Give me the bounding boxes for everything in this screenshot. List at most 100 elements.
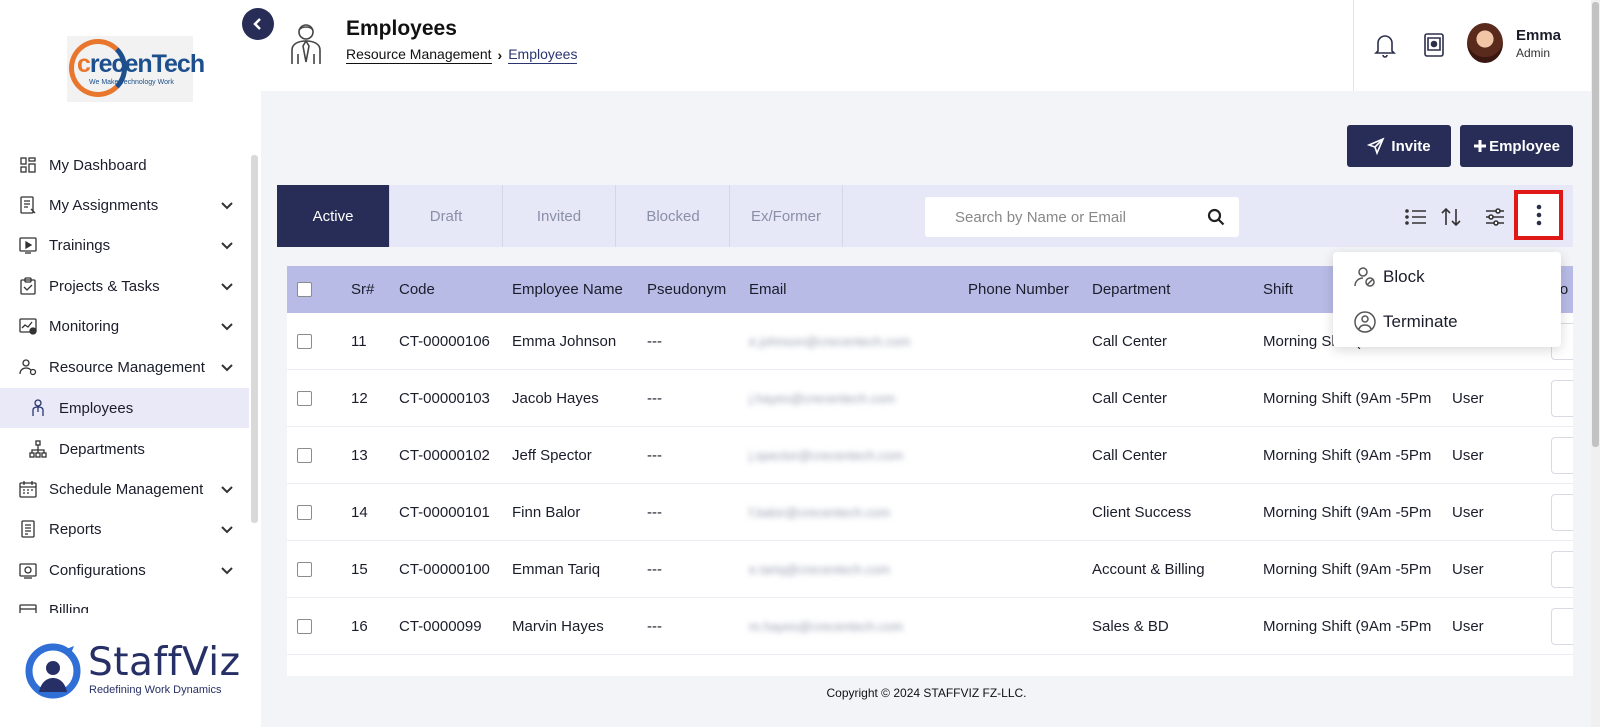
page-title: Employees (346, 17, 457, 40)
cell-sr: 13 (351, 447, 368, 464)
filter-tab-bar: Active Draft Invited Blocked Ex/Former (277, 185, 1573, 247)
sidebar-scrollbar[interactable] (251, 155, 258, 523)
table-row[interactable] (287, 655, 1573, 676)
copyright-footer: Copyright © 2024 STAFFVIZ FZ-LLC. (826, 686, 1027, 700)
sidebar-item-billing[interactable]: Billing (0, 590, 249, 613)
table-row[interactable]: 14 CT-00000101 Finn Balor --- f.balor@cr… (287, 484, 1573, 541)
cell-employee-name: Marvin Hayes (512, 618, 604, 635)
sidebar-item-reports[interactable]: Reports (0, 509, 249, 549)
cell-sr: 11 (351, 333, 367, 350)
table-row[interactable]: 13 CT-00000102 Jeff Spector --- j.specto… (287, 427, 1573, 484)
bell-icon[interactable] (1373, 32, 1397, 58)
sidebar: crecenTech We Make Technology Work My Da… (0, 0, 261, 727)
cell-employee-name: Emma Johnson (512, 333, 617, 350)
column-header-employee-name[interactable]: Employee Name (512, 266, 623, 313)
cell-sr: 16 (351, 618, 368, 635)
avatar[interactable] (1467, 23, 1503, 63)
cell-department: Call Center (1092, 447, 1168, 464)
column-header-phone-number[interactable]: Phone Number (968, 266, 1069, 313)
sidebar-item-employees[interactable]: Employees (0, 388, 249, 428)
page-scrollbar[interactable] (1591, 0, 1600, 727)
filter-sliders-icon[interactable] (1483, 205, 1507, 229)
dashboard-icon (20, 157, 36, 173)
sidebar-item-label: Resource Management (49, 358, 205, 376)
tab-ex-former[interactable]: Ex/Former (730, 185, 843, 247)
sidebar-item-label: Configurations (49, 561, 146, 579)
cell-department: Account & Billing (1092, 561, 1205, 578)
monitoring-icon (19, 318, 37, 335)
play-screen-icon (19, 237, 37, 254)
cell-employee-name: Jacob Hayes (512, 390, 599, 407)
row-checkbox[interactable] (297, 334, 312, 349)
add-employee-button[interactable]: Employee (1460, 125, 1573, 167)
kebab-menu-icon (1536, 204, 1541, 226)
header-divider (1353, 0, 1354, 91)
cell-employee-name: Emman Tariq (512, 561, 601, 578)
row-action-button[interactable] (1551, 494, 1573, 531)
user-block-icon (1354, 267, 1375, 287)
column-header-shift[interactable]: Shift (1263, 266, 1293, 313)
sidebar-item-resource-management[interactable]: Resource Management (0, 347, 249, 387)
cell-email: m.hayes@crecentech.com (749, 619, 904, 634)
cell-pseudonym: --- (647, 504, 662, 521)
employee-header-icon (291, 24, 321, 64)
menu-item-terminate[interactable]: Terminate (1353, 307, 1458, 337)
column-header-email[interactable]: Email (749, 266, 787, 313)
sidebar-item-configurations[interactable]: Configurations (0, 550, 249, 590)
column-header-department[interactable]: Department (1092, 266, 1170, 313)
table-row[interactable]: 12 CT-00000103 Jacob Hayes --- j.hayes@c… (287, 370, 1573, 427)
menu-item-block[interactable]: Block (1353, 262, 1425, 292)
row-action-button[interactable] (1551, 437, 1573, 474)
column-header-pseudonym[interactable]: Pseudonym (647, 266, 726, 313)
column-header-code[interactable]: Code (399, 266, 435, 313)
manual-book-icon[interactable] (1422, 32, 1446, 58)
column-header-sr[interactable]: Sr# (351, 266, 374, 313)
breadcrumb-resource-management[interactable]: Resource Management (346, 46, 492, 64)
search-icon[interactable] (1207, 208, 1225, 226)
cell-employee-name: Finn Balor (512, 504, 581, 521)
row-checkbox[interactable] (297, 619, 312, 634)
tab-draft[interactable]: Draft (390, 185, 503, 247)
sidebar-item-label: My Dashboard (49, 156, 147, 174)
tab-blocked[interactable]: Blocked (617, 185, 730, 247)
sidebar-item-departments[interactable]: Departments (0, 429, 249, 469)
sidebar-item-schedule-management[interactable]: Schedule Management (0, 469, 249, 509)
cell-role: User (1452, 390, 1484, 407)
row-checkbox[interactable] (297, 391, 312, 406)
search-box (925, 197, 1239, 237)
select-all-checkbox[interactable] (297, 282, 312, 297)
sidebar-item-my-dashboard[interactable]: My Dashboard (0, 145, 249, 185)
table-row[interactable]: 15 CT-00000100 Emman Tariq --- e.tariq@c… (287, 541, 1573, 598)
table-row[interactable]: 16 CT-0000099 Marvin Hayes --- m.hayes@c… (287, 598, 1573, 655)
sidebar-item-projects-tasks[interactable]: Projects & Tasks (0, 266, 249, 306)
collapse-sidebar-button[interactable] (242, 8, 274, 40)
cell-pseudonym: --- (647, 333, 662, 350)
row-checkbox[interactable] (297, 448, 312, 463)
sidebar-item-monitoring[interactable]: Monitoring (0, 306, 249, 346)
tab-active[interactable]: Active (277, 185, 390, 247)
staffviz-logo: StaffViz Redefining Work Dynamics (24, 638, 244, 702)
sort-icon[interactable] (1439, 205, 1463, 229)
row-action-button[interactable] (1551, 608, 1573, 645)
tab-invited[interactable]: Invited (503, 185, 616, 247)
row-checkbox[interactable] (297, 505, 312, 520)
search-input[interactable] (925, 197, 1195, 237)
breadcrumb-employees[interactable]: Employees (508, 46, 578, 64)
plus-icon (1474, 140, 1487, 152)
cell-pseudonym: --- (647, 561, 662, 578)
row-checkbox[interactable] (297, 562, 312, 577)
send-icon (1367, 137, 1385, 155)
row-action-button[interactable] (1551, 380, 1573, 417)
cell-pseudonym: --- (647, 390, 662, 407)
cell-shift: Morning Shift (9Am -5Pm (1263, 504, 1432, 521)
row-action-button[interactable] (1551, 551, 1573, 588)
sidebar-item-my-assignments[interactable]: My Assignments (0, 185, 249, 225)
cell-code: CT-00000100 (399, 561, 490, 578)
cell-shift: Morning Shift (9Am -5Pm (1263, 561, 1432, 578)
sidebar-item-label: Monitoring (49, 317, 120, 335)
invite-button[interactable]: Invite (1347, 125, 1451, 167)
sidebar-item-trainings[interactable]: Trainings (0, 225, 249, 265)
more-options-button[interactable] (1514, 190, 1563, 240)
list-view-icon[interactable] (1404, 205, 1428, 229)
chevron-down-icon (221, 486, 233, 494)
